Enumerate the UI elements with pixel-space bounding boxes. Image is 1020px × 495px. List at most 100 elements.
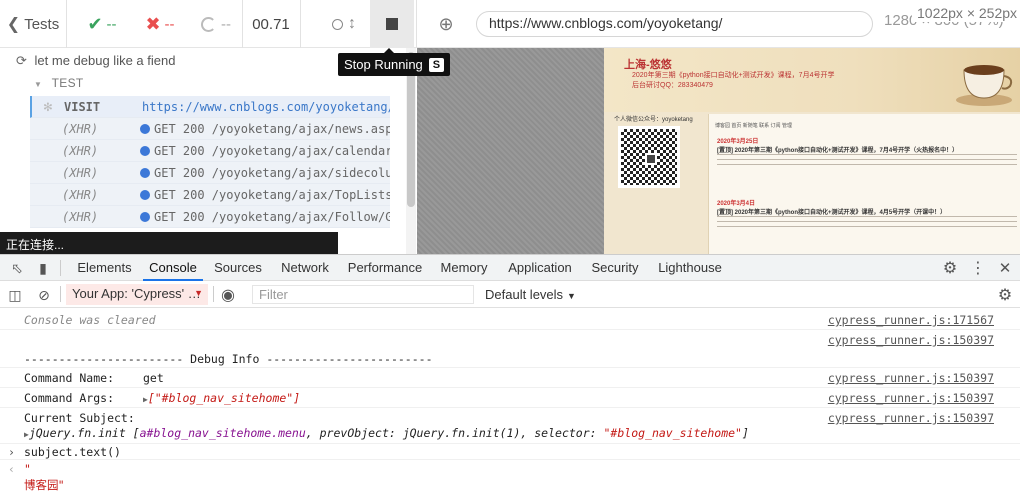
tab-application[interactable]: Application (502, 255, 578, 281)
tab-network[interactable]: Network (275, 255, 335, 281)
console-message: Console was cleared cypress_runner.js:17… (0, 310, 1020, 330)
command-message: GET 200 /yoyoketang/ajax/calendar… (154, 143, 390, 158)
log-levels-dropdown[interactable]: Default levels ▼ (485, 287, 576, 302)
status-dot-icon (140, 189, 150, 200)
clear-console-icon[interactable]: ⊘ (33, 282, 55, 308)
command-args-label: Command Args: (24, 391, 115, 405)
command-row[interactable]: ✻ VISIT https://www.cnblogs.com/yoyoketa… (30, 96, 390, 118)
current-subject-label: Current Subject: (24, 411, 135, 425)
spec-title[interactable]: ⟳ let me debug like a fiend (16, 53, 175, 69)
command-row[interactable]: (XHR) GET 200 /yoyoketang/ajax/sidecolu… (30, 162, 390, 184)
command-message: GET 200 /yoyoketang/ajax/Follow/G… (154, 209, 390, 224)
aut-page[interactable]: 上海-悠悠 2020年第三期《python接口自动化+测试开发》课程，7月4号开… (604, 48, 1020, 254)
tab-performance[interactable]: Performance (344, 255, 426, 281)
return-arrow-icon: ‹ (8, 462, 15, 476)
console-message: Current Subject: cypress_runner.js:15039… (0, 408, 1020, 444)
tab-security[interactable]: Security (586, 255, 644, 281)
wechat-label: 个人微信公众号：yoyoketang (614, 117, 693, 123)
console-message: Command Args: ▶["#blog_nav_sitehome"] cy… (0, 388, 1020, 408)
source-link[interactable]: cypress_runner.js:150397 (828, 391, 994, 405)
console-input-line: › subject.text() (0, 444, 1020, 460)
crosshairs-icon: ⊕ (438, 13, 454, 34)
command-name-label: Command Name: (24, 371, 115, 385)
post-date: 2020年3月25日 (717, 139, 759, 145)
tab-lighthouse[interactable]: Lighthouse (652, 255, 728, 281)
failed-count: ✖ -- (136, 0, 184, 48)
current-subject-value[interactable]: ▶jQuery.fn.init [a#blog_nav_sitehome.men… (24, 426, 749, 440)
divider (242, 0, 243, 48)
command-name: (XHR) (62, 165, 99, 180)
source-link[interactable]: cypress_runner.js:171567 (828, 313, 994, 327)
selector-playground-button[interactable]: ⊕ (428, 0, 464, 48)
test-title-text: TEST (51, 76, 84, 90)
status-dot-icon (140, 145, 150, 156)
blog-nav[interactable]: 博客园 首页 新随笔 联系 订阅 管理 (715, 122, 792, 129)
refresh-icon: ⟳ (16, 53, 27, 68)
reporter-scrollbar[interactable] (406, 48, 416, 254)
sidebar-toggle-icon[interactable]: ◫ (4, 282, 26, 308)
shortcut-key: S (428, 57, 445, 72)
post-summary (717, 154, 1017, 168)
device-toggle-icon[interactable]: ▮ (32, 255, 54, 281)
debug-header: ----------------------- Debug Info -----… (24, 352, 433, 366)
command-name: (XHR) (62, 143, 99, 158)
source-link[interactable]: cypress_runner.js:150397 (828, 333, 994, 347)
command-row[interactable]: (XHR) GET 200 /yoyoketang/ajax/calendar… (30, 140, 390, 162)
tab-elements[interactable]: Elements (72, 255, 137, 281)
inspect-element-icon[interactable]: ⬁ (6, 255, 28, 281)
console-filter-input[interactable]: Filter (252, 285, 474, 304)
post-date: 2020年3月4日 (717, 201, 756, 207)
test-title[interactable]: ▼ TEST (34, 76, 84, 90)
command-message: GET 200 /yoyoketang/ajax/news.aspx (154, 121, 390, 136)
back-to-tests-button[interactable]: ❮ Tests (0, 0, 66, 48)
aut-iframe-area: 上海-悠悠 2020年第三期《python接口自动化+测试开发》课程，7月4号开… (417, 48, 1020, 254)
more-vertical-icon[interactable]: ⋮ (967, 255, 989, 281)
chevron-left-icon: ❮ (6, 16, 21, 33)
dimensions-overlay: 1022px × 252px (912, 4, 1020, 22)
console-input[interactable]: subject.text() (24, 445, 121, 459)
auto-scroll-toggle[interactable]: ↕ (322, 0, 366, 48)
duration: 00.71 (252, 15, 290, 33)
command-name: (XHR) (62, 187, 99, 202)
source-link[interactable]: cypress_runner.js:150397 (828, 411, 994, 425)
console-toolbar: ◫ ⊘ Your App: 'Cypress' … ▼ ◉ Filter Def… (0, 281, 1020, 308)
command-name-value: get (143, 371, 164, 385)
coffee-cup-icon (956, 65, 1013, 106)
tooltip-label: Stop Running (344, 57, 423, 72)
eye-icon[interactable]: ◉ (217, 282, 239, 308)
command-list: ✻ VISIT https://www.cnblogs.com/yoyoketa… (30, 96, 390, 228)
context-selector[interactable]: Your App: 'Cypress' … ▼ (66, 284, 208, 305)
circle-icon (332, 18, 343, 30)
command-row[interactable]: (XHR) GET 200 /yoyoketang/ajax/news.aspx (30, 118, 390, 140)
check-icon: ✔ (87, 13, 103, 34)
command-log: ⟳ let me debug like a fiend ▼ TEST ✻ VIS… (0, 48, 406, 254)
tab-console[interactable]: Console (143, 255, 203, 281)
pending-value: -- (221, 15, 231, 33)
post-title[interactable]: [置顶] 2020年第三期《python接口自动化+测试开发》课程，7月4号开学… (717, 145, 958, 154)
arrows-vertical-icon: ↕ (348, 15, 356, 32)
command-name: VISIT (64, 99, 101, 114)
devtools-tabbar: ⬁ ▮ Elements Console Sources Network Per… (0, 254, 1020, 281)
qr-code-icon (618, 126, 680, 188)
spinner-icon: ✻ (43, 98, 53, 115)
stop-running-button[interactable] (370, 0, 414, 48)
console-settings-gear-icon[interactable]: ⚙ (994, 282, 1016, 308)
tab-sources[interactable]: Sources (210, 255, 266, 281)
passed-value: -- (106, 15, 117, 33)
result-value: 博客园" (24, 478, 64, 492)
command-row[interactable]: (XHR) GET 200 /yoyoketang/ajax/TopLists… (30, 184, 390, 206)
divider (416, 0, 417, 48)
tab-memory[interactable]: Memory (436, 255, 492, 281)
command-args-value[interactable]: ▶["#blog_nav_sitehome"] (143, 391, 300, 405)
command-row[interactable]: (XHR) GET 200 /yoyoketang/ajax/Follow/G… (30, 206, 390, 228)
source-link[interactable]: cypress_runner.js:150397 (828, 371, 994, 385)
back-label: Tests (24, 15, 60, 33)
divider (300, 0, 301, 48)
post-title[interactable]: [置顶] 2020年第三期《python接口自动化+测试开发》课程，4月5号开学… (717, 207, 946, 216)
aut-url-bar[interactable]: https://www.cnblogs.com/yoyoketang/ (476, 11, 873, 37)
divider (66, 0, 67, 48)
close-icon[interactable]: ✕ (994, 255, 1016, 281)
blog-subtitle-qq: 后台研讨QQ：283340479 (632, 82, 713, 89)
blog-sidebar: 个人微信公众号：yoyoketang (614, 114, 694, 254)
gear-icon[interactable]: ⚙ (939, 255, 961, 281)
